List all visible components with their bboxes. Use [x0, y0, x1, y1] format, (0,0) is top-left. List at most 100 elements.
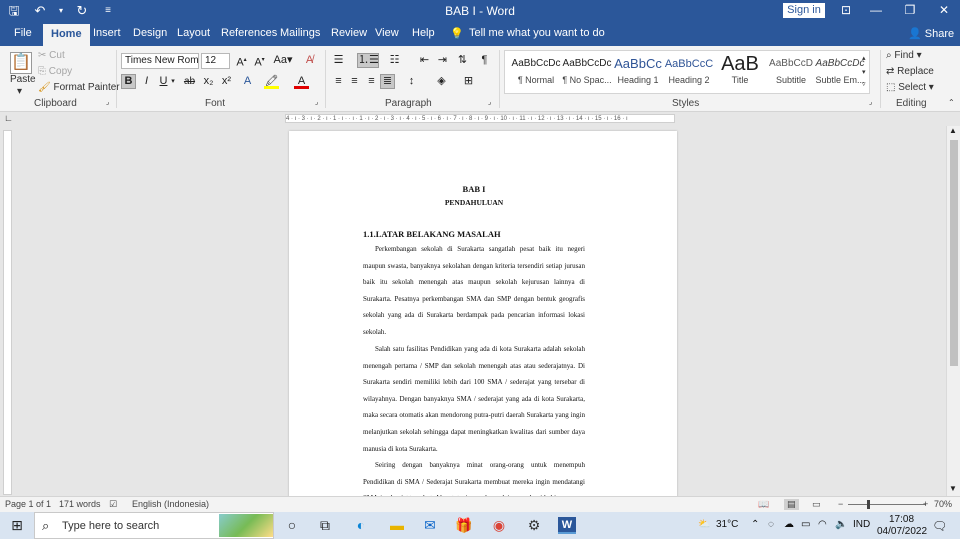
strikethrough-button[interactable]: ab [182, 74, 197, 89]
grow-font-icon[interactable]: A▴ [234, 53, 249, 69]
horizontal-ruler[interactable]: 4 · ı · 3 · ı · 2 · ı · 1 · ı · · ı · 1 … [285, 114, 675, 123]
vertical-ruler[interactable] [3, 130, 12, 495]
wifi-icon[interactable]: ◠ [818, 519, 827, 530]
scroll-up-icon[interactable]: ▲ [949, 126, 957, 135]
superscript-button[interactable]: x² [219, 74, 234, 89]
battery-icon[interactable]: ▭ [801, 519, 810, 530]
subscript-button[interactable]: x₂ [201, 74, 216, 89]
tab-selector-icon[interactable]: ∟ [4, 113, 13, 123]
language-indicator[interactable]: English (Indonesia) [132, 499, 209, 509]
cortana-icon[interactable]: ○ [283, 517, 301, 534]
zoom-slider-thumb[interactable] [867, 500, 870, 509]
text-effects-icon[interactable]: A [240, 74, 255, 89]
tab-view[interactable]: View [375, 27, 399, 39]
style-subtle-emphasis[interactable]: AaBbCcDc Subtle Em... [811, 53, 869, 93]
select-button[interactable]: ⬚ Select ▾ [886, 82, 934, 93]
find-button[interactable]: ⌕ Find ▾ [886, 50, 922, 61]
style-heading-1[interactable]: AaBbCc Heading 1 [609, 53, 667, 93]
font-size-combo[interactable]: 12 [201, 53, 230, 69]
underline-button[interactable]: U [156, 74, 171, 89]
edge-icon[interactable]: ◐ [352, 517, 370, 534]
numbering-icon[interactable]: ⒈☰ [357, 53, 379, 68]
scrollbar-thumb[interactable] [950, 140, 958, 366]
cloud-icon[interactable]: ☁ [784, 519, 794, 530]
network-icon[interactable]: ◌ [768, 519, 774, 530]
weather-icon[interactable]: ⛅ [698, 519, 710, 530]
web-layout-icon[interactable]: ▭ [812, 499, 821, 510]
copy-button[interactable]: ⎘ Copy [38, 66, 72, 77]
paste-icon[interactable]: 📋 [10, 52, 32, 74]
line-spacing-icon[interactable]: ↕ [404, 74, 419, 89]
word-taskbar-icon[interactable]: W [558, 517, 576, 534]
scroll-down-icon[interactable]: ▼ [949, 484, 957, 493]
show-formatting-icon[interactable]: ¶ [477, 53, 492, 68]
read-mode-icon[interactable]: 📖 [758, 499, 769, 510]
settings-gear-icon[interactable]: ⚙ [525, 517, 543, 534]
share-button[interactable]: 👤 Share [908, 27, 954, 40]
show-hidden-icons[interactable]: ⌃ [751, 519, 759, 530]
windows-start-icon[interactable]: ⊞ [8, 517, 26, 534]
taskbar-search-box[interactable]: ⌕ Type here to search [34, 512, 274, 539]
decrease-indent-icon[interactable]: ⇤ [417, 53, 432, 68]
task-view-icon[interactable]: ⧉ [316, 517, 334, 534]
tab-insert[interactable]: Insert [93, 27, 121, 39]
underline-dropdown-icon[interactable]: ▾ [170, 74, 176, 89]
zoom-out-icon[interactable]: − [838, 499, 843, 509]
tab-home[interactable]: Home [43, 24, 90, 46]
format-painter-button[interactable]: 🖌 Format Painter [38, 82, 120, 93]
close-icon[interactable]: ✕ [934, 3, 954, 17]
tab-help[interactable]: Help [412, 27, 435, 39]
align-right-icon[interactable]: ≡ [364, 74, 379, 89]
tab-references[interactable]: References [221, 27, 277, 39]
collapse-ribbon-icon[interactable]: ⌃ [948, 98, 955, 107]
clock-date[interactable]: 04/07/2022 [877, 526, 927, 537]
style-normal[interactable]: AaBbCcDc ¶ Normal [507, 53, 565, 93]
gift-icon[interactable]: 🎁 [455, 517, 473, 534]
volume-icon[interactable]: 🔈 [835, 519, 847, 530]
shrink-font-icon[interactable]: A▾ [252, 53, 267, 69]
font-color-icon[interactable]: A [294, 74, 309, 89]
paste-button[interactable]: Paste [10, 74, 36, 85]
temperature[interactable]: 31°C [716, 519, 738, 530]
style-no-spacing[interactable]: AaBbCcDc ¶ No Spac... [558, 53, 616, 93]
zoom-slider[interactable] [848, 504, 926, 505]
styles-scroll-up-icon[interactable]: ▴ [862, 54, 866, 62]
tab-design[interactable]: Design [133, 27, 167, 39]
highlight-icon[interactable]: 🖍 [264, 74, 279, 89]
italic-button[interactable]: I [139, 74, 154, 89]
styles-more-icon[interactable]: ▿ [862, 80, 866, 88]
proofing-icon[interactable]: ☑ [109, 499, 117, 510]
chrome-icon[interactable]: ◉ [490, 517, 508, 534]
change-case-icon[interactable]: Aa▾ [272, 53, 294, 68]
clipboard-launcher-icon[interactable]: ⌟ [106, 98, 109, 106]
input-language[interactable]: IND [853, 519, 870, 530]
tell-me-search[interactable]: Tell me what you want to do [469, 27, 605, 39]
multilevel-list-icon[interactable]: ☷ [387, 53, 402, 68]
align-center-icon[interactable]: ≡ [347, 74, 362, 89]
minimize-icon[interactable]: — [866, 3, 886, 17]
replace-button[interactable]: ⇄ Replace [886, 66, 934, 77]
print-layout-icon[interactable]: ▤ [784, 499, 799, 510]
font-launcher-icon[interactable]: ⌟ [315, 98, 318, 106]
mail-icon[interactable]: ✉ [421, 517, 439, 534]
shading-icon[interactable]: ◈ [434, 74, 449, 89]
bullets-icon[interactable]: ☰ [331, 53, 346, 68]
tab-mailings[interactable]: Mailings [280, 27, 320, 39]
zoom-level[interactable]: 70% [934, 499, 952, 509]
style-heading-2[interactable]: AaBbCcC Heading 2 [660, 53, 718, 93]
cut-button[interactable]: ✂ Cut [38, 50, 65, 61]
sign-in-button[interactable]: Sign in [783, 3, 825, 18]
file-explorer-icon[interactable]: ▬ [388, 517, 406, 534]
increase-indent-icon[interactable]: ⇥ [435, 53, 450, 68]
style-title[interactable]: AaB Title [711, 53, 769, 93]
sort-icon[interactable]: ⇅ [455, 53, 470, 68]
align-left-icon[interactable]: ≡ [331, 74, 346, 89]
restore-icon[interactable]: ❐ [900, 3, 920, 17]
borders-icon[interactable]: ⊞ [461, 74, 476, 89]
clear-formatting-icon[interactable]: A̸ [302, 53, 317, 68]
bold-button[interactable]: B [121, 74, 136, 89]
styles-scroll-down-icon[interactable]: ▾ [862, 68, 866, 76]
ribbon-display-options-icon[interactable]: ⊡ [836, 3, 856, 17]
word-count[interactable]: 171 words [59, 499, 101, 509]
tab-review[interactable]: Review [331, 27, 367, 39]
